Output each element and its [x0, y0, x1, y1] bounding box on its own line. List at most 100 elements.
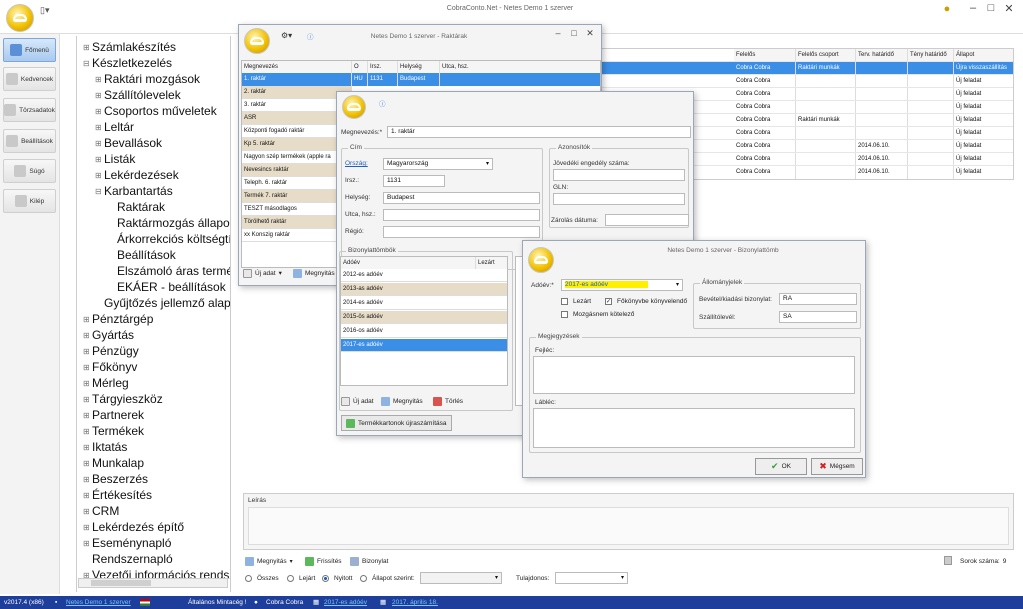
tree-item[interactable]: ⊞ Főkönyv — [83, 360, 137, 374]
expand-icon[interactable]: ⊞ — [95, 139, 104, 148]
column-header[interactable]: Terv. határidő — [856, 49, 908, 61]
export-icon[interactable] — [944, 556, 952, 565]
table-row[interactable]: 2013-as adóév — [341, 283, 507, 296]
company-text[interactable]: Általános Mintacég ! — [188, 596, 247, 609]
inout-field[interactable]: RA — [779, 293, 857, 305]
tree-item[interactable]: ⊞ Lekérdezés építő — [83, 520, 184, 534]
expand-icon[interactable]: ⊞ — [83, 427, 92, 436]
new-warehouse-button[interactable]: Új adat ▾ — [243, 266, 282, 280]
tree-item[interactable]: ⊞ CRM — [83, 504, 119, 518]
column-header[interactable]: Utca, hsz. — [440, 61, 600, 73]
date-link[interactable]: 2017. április 18. — [392, 596, 438, 609]
tree-item[interactable]: ⊞ Lekérdezések — [95, 168, 179, 182]
expand-icon[interactable]: ⊞ — [83, 507, 92, 516]
expand-icon[interactable]: ⊞ — [83, 411, 92, 420]
expand-icon[interactable]: ⊞ — [83, 395, 92, 404]
tree-item[interactable]: ⊞ Partnerek — [83, 408, 144, 422]
tree-item[interactable]: ⊞ Raktári mozgások — [95, 72, 200, 86]
country-dropdown[interactable]: Magyarország ▾ — [383, 158, 493, 170]
refresh-button[interactable]: Frissítés — [305, 554, 342, 568]
app-logo[interactable] — [6, 4, 34, 32]
tree-item[interactable]: ⊞ Iktatás — [83, 440, 127, 454]
street-field[interactable] — [383, 209, 540, 221]
expand-icon[interactable]: ⊞ — [95, 123, 104, 132]
expand-icon[interactable]: ⊞ — [83, 491, 92, 500]
column-header[interactable]: Helység — [398, 61, 440, 73]
maximize-icon[interactable]: □ — [982, 2, 1000, 14]
company-link[interactable] — [154, 596, 184, 609]
tree-item[interactable]: ⊞ Szállítólevelek — [95, 88, 181, 102]
close-icon[interactable]: ✕ — [1000, 2, 1018, 15]
state-dropdown[interactable]: ▾ — [420, 572, 502, 584]
tree-item[interactable]: ⊞ Termékek — [83, 424, 144, 438]
ok-button[interactable]: ✔ OK — [755, 458, 807, 475]
collapse-icon[interactable]: ⊟ — [83, 59, 92, 68]
server-link[interactable]: Netes Demo 1 szerver — [66, 596, 131, 609]
nav-favorites[interactable]: Kedvencek — [3, 67, 56, 91]
filter-all-radio[interactable]: Összes — [245, 571, 279, 585]
tree-item[interactable]: ⊞ Eseménynapló — [83, 536, 171, 550]
nav-settings[interactable]: Beállítások — [3, 129, 56, 153]
column-header[interactable]: Állapot — [954, 49, 1013, 61]
country-label[interactable]: Ország: — [345, 160, 368, 167]
tree-item[interactable]: ⊞ Pénztárgép — [83, 312, 153, 326]
delete-block-button[interactable]: Törlés — [433, 394, 463, 408]
expand-icon[interactable]: ⊞ — [95, 75, 104, 84]
nav-help[interactable]: Súgó — [3, 159, 56, 183]
filter-open-radio[interactable]: Nyitott — [322, 571, 352, 585]
lock-date-field[interactable] — [605, 214, 689, 226]
tree-item[interactable]: ⊞ Mérleg — [83, 376, 129, 390]
minimize-icon[interactable]: – — [964, 2, 982, 14]
expand-icon[interactable]: ⊞ — [83, 331, 92, 340]
tree-item[interactable]: ⊟ Készletkezelés — [83, 56, 172, 70]
expand-icon[interactable]: ⊞ — [83, 443, 92, 452]
expand-icon[interactable]: ⊞ — [83, 315, 92, 324]
tree-item[interactable]: ⊞ Tárgyieszköz — [83, 392, 163, 406]
movement-checkbox[interactable]: Mozgásnem kötelező — [561, 307, 634, 321]
tree-item[interactable]: ⊞ Pénzügy — [83, 344, 139, 358]
column-header[interactable]: Felelős csoport — [796, 49, 856, 61]
open-warehouse-button[interactable]: Megnyitás — [293, 266, 335, 280]
closed-checkbox[interactable]: Lezárt — [561, 294, 591, 308]
voucher-button[interactable]: Bizonylat — [350, 554, 388, 568]
filter-expired-radio[interactable]: Lejárt — [287, 571, 315, 585]
column-header[interactable]: Lezárt — [476, 257, 507, 269]
delivery-field[interactable]: SA — [779, 311, 857, 323]
ledger-checkbox[interactable]: ✓ Főkönyvbe könyvelendő — [605, 294, 687, 308]
column-header[interactable]: Felelős — [734, 49, 796, 61]
settings-icon[interactable]: ⚙▾ — [281, 31, 292, 40]
owner-dropdown[interactable]: ▾ — [555, 572, 628, 584]
tree-item[interactable]: ⊟ Karbantartás — [95, 184, 173, 198]
expand-icon[interactable]: ⊞ — [83, 523, 92, 532]
tree-item[interactable]: Gyűjtőzés jellemző alapjá — [104, 296, 230, 310]
zip-field[interactable]: 1131 — [383, 175, 445, 187]
tree-item[interactable]: ⊞ Csoportos műveletek — [95, 104, 217, 118]
expand-icon[interactable]: ⊞ — [83, 379, 92, 388]
description-text[interactable] — [248, 507, 1009, 545]
expand-icon[interactable]: ⊞ — [83, 459, 92, 468]
table-row[interactable]: 2014-es adóév — [341, 297, 507, 310]
window-close-icon[interactable]: ✕ — [581, 28, 599, 39]
tree-item[interactable]: EKÁER - beállítások — [117, 280, 226, 294]
gln-field[interactable] — [553, 193, 685, 205]
column-header[interactable]: Tény határidő — [908, 49, 954, 61]
info-icon[interactable]: ⓘ — [379, 98, 386, 108]
expand-icon[interactable]: ⊞ — [95, 107, 104, 116]
quick-access-icon[interactable]: ▯▾ — [40, 5, 52, 15]
tree-item[interactable]: ⊞ Beszerzés — [83, 472, 148, 486]
open-block-button[interactable]: Megnyitás — [381, 394, 423, 408]
table-row[interactable]: 2012-es adóév — [341, 269, 507, 282]
table-row[interactable]: 2015-ös adóév — [341, 311, 507, 324]
expand-icon[interactable]: ⊞ — [83, 539, 92, 548]
tree-item[interactable]: ⊞ Listák — [95, 152, 135, 166]
user-text[interactable]: Cobra Cobra — [266, 596, 303, 609]
expand-icon[interactable]: ⊞ — [95, 155, 104, 164]
tree-item[interactable]: ⊞ Leltár — [95, 120, 134, 134]
nav-exit[interactable]: Kilép — [3, 189, 56, 213]
tree-item[interactable]: ⊞ Gyártás — [83, 328, 134, 342]
expand-icon[interactable]: ⊞ — [95, 91, 104, 100]
tree-item[interactable]: Beállítások — [117, 248, 176, 262]
column-header[interactable]: Irsz. — [368, 61, 398, 73]
table-row[interactable]: 2016-os adóév — [341, 325, 507, 338]
column-header[interactable]: Megnevezés — [242, 61, 352, 73]
